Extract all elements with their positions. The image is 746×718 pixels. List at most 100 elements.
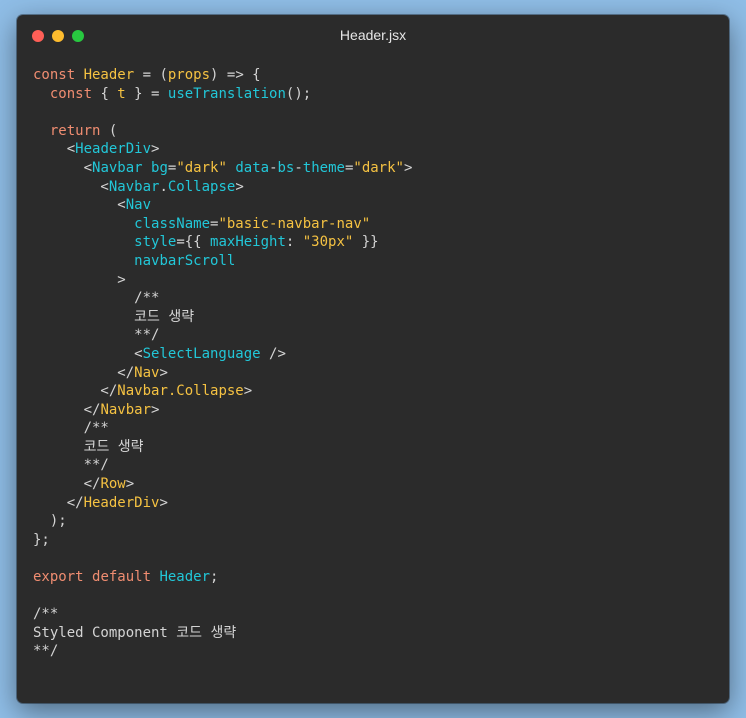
code-line: > <box>33 271 412 290</box>
code-line: 코드 생략 <box>33 308 412 327</box>
code-token: data <box>235 159 270 176</box>
code-token: useTranslation <box>167 85 286 102</box>
code-token: = ( <box>134 67 168 83</box>
code-token: . <box>159 178 168 195</box>
code-token: > <box>33 271 126 288</box>
code-token: "dark" <box>353 159 404 176</box>
code-token: **/ <box>33 327 160 344</box>
code-line: style={{ maxHeight: "30px" }} <box>33 233 412 252</box>
code-token: const <box>49 85 101 102</box>
code-token: /** <box>33 420 109 437</box>
code-block[interactable]: const Header = (props) => { const { t } … <box>33 66 412 661</box>
code-token: "basic-navbar-nav" <box>218 215 371 232</box>
code-token: > <box>125 476 135 493</box>
code-token: 코드 생략 <box>33 438 144 455</box>
code-line: </HeaderDiv> <box>33 494 412 513</box>
code-line: **/ <box>33 456 412 475</box>
code-line: export default Header; <box>33 568 412 587</box>
code-line: </Nav> <box>33 364 412 383</box>
code-token: > <box>159 364 168 381</box>
code-token: </ <box>33 476 101 493</box>
code-line: <HeaderDiv> <box>33 140 412 159</box>
code-token: t <box>117 85 126 102</box>
code-line: </Row> <box>33 475 412 494</box>
code-token: maxHeight <box>210 234 286 251</box>
code-line: <Navbar.Collapse> <box>33 178 412 197</box>
code-token: HeaderDiv <box>83 494 160 511</box>
code-token: className <box>134 215 211 232</box>
code-token: Navbar.Collapse <box>117 383 244 400</box>
code-token: **/ <box>33 457 109 474</box>
code-token: ( <box>108 122 118 139</box>
code-token: < <box>33 197 126 214</box>
code-token: > <box>159 494 168 511</box>
code-token: < <box>33 141 76 158</box>
code-token: }; <box>33 531 50 548</box>
code-token: "dark" <box>176 159 227 176</box>
code-token: </ <box>33 401 101 418</box>
code-token: > <box>151 141 160 158</box>
code-line: <Navbar bg="dark" data-bs-theme="dark"> <box>33 159 413 178</box>
code-line: return ( <box>33 122 412 141</box>
code-token: }} <box>353 234 379 251</box>
code-token: } = <box>125 85 168 102</box>
code-token: > <box>151 401 160 418</box>
code-token: < <box>33 178 109 195</box>
code-token: > <box>243 383 253 400</box>
code-line: const { t } = useTranslation(); <box>33 85 412 104</box>
code-token: </ <box>33 494 84 511</box>
code-token: bg <box>151 159 168 176</box>
code-token: /** <box>33 606 59 623</box>
code-line: <SelectLanguage /> <box>33 345 412 364</box>
code-token: Header <box>159 569 211 586</box>
code-token: bs <box>277 159 295 176</box>
code-token: Header <box>83 67 135 83</box>
code-token: </ <box>33 364 135 381</box>
code-line: Styled Component 코드 생략 <box>33 624 412 643</box>
code-token: < <box>33 159 93 176</box>
code-line: /** <box>33 419 412 438</box>
code-token: Nav <box>125 197 152 214</box>
code-token: theme <box>302 159 345 176</box>
code-token: props <box>167 67 211 83</box>
code-line: <Nav <box>33 196 412 215</box>
code-line: ); <box>33 512 412 531</box>
code-token: - <box>294 159 303 176</box>
code-token: Collapse <box>167 178 236 195</box>
code-token: const <box>33 67 84 83</box>
code-token: Navbar <box>100 401 152 418</box>
code-token: **/ <box>33 643 59 660</box>
code-line: className="basic-navbar-nav" <box>33 215 412 234</box>
code-token: { <box>100 85 118 102</box>
code-token: HeaderDiv <box>75 141 152 158</box>
code-token: style <box>134 234 177 251</box>
code-line: /** <box>33 289 412 308</box>
code-token: ; <box>210 569 219 586</box>
code-line: **/ <box>33 326 412 345</box>
code-token: < <box>33 345 143 362</box>
code-token: navbarScroll <box>134 252 236 269</box>
code-token: "30px" <box>302 234 354 251</box>
code-line: /** <box>33 605 412 624</box>
code-window: Header.jsx const Header = (props) => { c… <box>17 15 729 703</box>
code-token: ) => { <box>210 67 261 83</box>
code-line: }; <box>33 531 412 550</box>
code-token: default <box>92 569 160 586</box>
code-line: </Navbar> <box>33 401 412 420</box>
window-title: Header.jsx <box>339 27 407 43</box>
title-bar: Header.jsx <box>17 15 729 55</box>
code-token: Nav <box>134 364 160 381</box>
code-token: Styled Component 코드 생략 <box>33 624 237 641</box>
code-token: - <box>269 159 278 176</box>
code-token: Row <box>100 476 126 493</box>
code-token: > <box>235 178 244 195</box>
code-line: const Header = (props) => { <box>33 66 412 85</box>
code-token: /** <box>33 290 160 307</box>
code-token: Navbar <box>108 178 160 195</box>
